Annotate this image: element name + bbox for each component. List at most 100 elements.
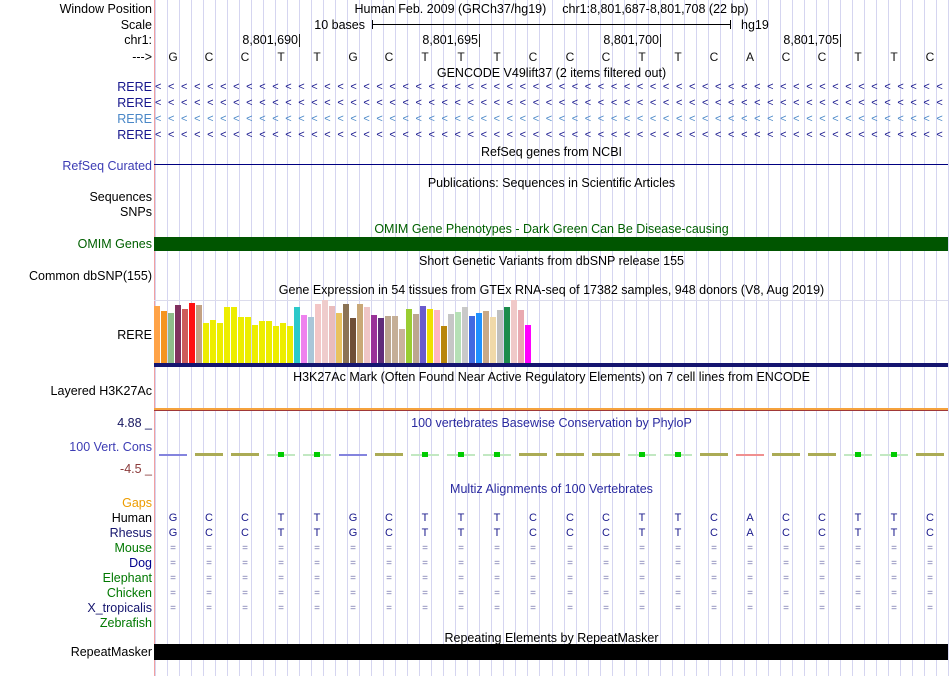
- gtex-gene-label[interactable]: RERE: [117, 328, 152, 343]
- gtex-bar[interactable]: [476, 313, 482, 363]
- gtex-bar[interactable]: [175, 305, 181, 363]
- gtex-bar[interactable]: [427, 309, 433, 363]
- gtex-bar[interactable]: [273, 326, 279, 363]
- gencode-gene-label[interactable]: RERE: [117, 80, 152, 95]
- phylop-segment[interactable]: [519, 453, 547, 456]
- gtex-bar[interactable]: [525, 325, 531, 363]
- gtex-bar[interactable]: [406, 309, 412, 363]
- multiz-species-label[interactable]: Dog: [129, 556, 152, 571]
- gtex-bar[interactable]: [238, 317, 244, 363]
- h3k27ac-signal-red[interactable]: [154, 410, 948, 411]
- gtex-bar[interactable]: [245, 317, 251, 363]
- omim-genes-label[interactable]: OMIM Genes: [78, 237, 152, 252]
- multiz-species-label[interactable]: Gaps: [122, 496, 152, 511]
- gtex-bar[interactable]: [168, 313, 174, 363]
- gtex-bar[interactable]: [224, 307, 230, 363]
- phylop-segment[interactable]: [700, 453, 728, 456]
- repeatmasker-label[interactable]: RepeatMasker: [71, 645, 152, 660]
- gtex-bar[interactable]: [322, 300, 328, 363]
- phylop-segment[interactable]: [592, 453, 620, 456]
- phylop-segment[interactable]: [916, 453, 944, 456]
- gtex-bar[interactable]: [189, 303, 195, 363]
- multiz-species-label[interactable]: Zebrafish: [100, 616, 152, 631]
- gtex-bar[interactable]: [280, 323, 286, 363]
- gtex-bar[interactable]: [210, 320, 216, 363]
- gtex-bar[interactable]: [364, 307, 370, 363]
- phylop-segment[interactable]: [556, 453, 584, 456]
- gtex-bar[interactable]: [392, 316, 398, 363]
- gtex-bar[interactable]: [217, 323, 223, 363]
- multiz-species-label[interactable]: Mouse: [114, 541, 152, 556]
- gtex-bar[interactable]: [315, 304, 321, 363]
- gtex-bar[interactable]: [287, 326, 293, 363]
- gtex-bar[interactable]: [441, 326, 447, 363]
- refseq-gene-line[interactable]: [154, 164, 948, 165]
- gtex-bar[interactable]: [420, 306, 426, 363]
- phylop-segment[interactable]: [375, 453, 403, 456]
- gtex-bar[interactable]: [455, 312, 461, 363]
- phylop-segment-peak[interactable]: [675, 452, 681, 457]
- gencode-gene-label[interactable]: RERE: [117, 112, 152, 127]
- gtex-bar[interactable]: [182, 309, 188, 363]
- gencode-transcript-arrows[interactable]: <<<<<<<<<<<<<<<<<<<<<<<<<<<<<<<<<<<<<<<<…: [155, 128, 948, 143]
- phylop-segment[interactable]: [339, 454, 367, 456]
- phylop-segment-peak[interactable]: [639, 452, 645, 457]
- gtex-bar[interactable]: [469, 316, 475, 363]
- multiz-species-label[interactable]: Human: [112, 511, 152, 526]
- gtex-bar[interactable]: [259, 321, 265, 363]
- h3k27ac-track-label[interactable]: Layered H3K27Ac: [51, 384, 152, 399]
- gencode-transcript-arrows[interactable]: <<<<<<<<<<<<<<<<<<<<<<<<<<<<<<<<<<<<<<<<…: [155, 80, 948, 95]
- omim-gene-bar[interactable]: [154, 237, 948, 251]
- gtex-bar[interactable]: [399, 329, 405, 363]
- gtex-bar[interactable]: [196, 305, 202, 363]
- phylop-segment-peak[interactable]: [422, 452, 428, 457]
- phylop-segment-peak[interactable]: [458, 452, 464, 457]
- gtex-bar[interactable]: [301, 315, 307, 363]
- repeatmasker-bar[interactable]: [154, 644, 948, 660]
- gencode-gene-label[interactable]: RERE: [117, 96, 152, 111]
- phylop-segment[interactable]: [231, 453, 259, 456]
- phylop-track-label[interactable]: 100 Vert. Cons: [69, 440, 152, 455]
- gtex-bar[interactable]: [161, 311, 167, 363]
- gtex-bar[interactable]: [518, 310, 524, 363]
- gtex-bar[interactable]: [252, 325, 258, 363]
- refseq-curated-label[interactable]: RefSeq Curated: [62, 159, 152, 174]
- multiz-species-label[interactable]: Elephant: [103, 571, 152, 586]
- phylop-segment-peak[interactable]: [314, 452, 320, 457]
- sequences-track-label[interactable]: Sequences: [89, 190, 152, 205]
- gtex-bar[interactable]: [378, 318, 384, 363]
- gtex-bar[interactable]: [203, 323, 209, 363]
- gtex-bar[interactable]: [462, 307, 468, 363]
- gtex-bar[interactable]: [413, 314, 419, 363]
- gtex-bar[interactable]: [343, 304, 349, 363]
- gtex-bar[interactable]: [504, 307, 510, 363]
- gtex-bar[interactable]: [434, 310, 440, 363]
- phylop-segment-peak[interactable]: [891, 452, 897, 457]
- gencode-gene-label[interactable]: RERE: [117, 128, 152, 143]
- gtex-bar[interactable]: [266, 321, 272, 363]
- phylop-segment-peak[interactable]: [278, 452, 284, 457]
- gtex-bar[interactable]: [231, 307, 237, 363]
- phylop-segment-peak[interactable]: [494, 452, 500, 457]
- gtex-bar[interactable]: [448, 314, 454, 363]
- phylop-segment[interactable]: [736, 454, 764, 456]
- gtex-bar[interactable]: [490, 317, 496, 363]
- snps-track-label[interactable]: SNPs: [120, 205, 152, 220]
- gtex-bar[interactable]: [329, 306, 335, 363]
- gtex-bar[interactable]: [294, 307, 300, 363]
- gtex-bar[interactable]: [511, 300, 517, 363]
- multiz-species-label[interactable]: Chicken: [107, 586, 152, 601]
- phylop-segment-peak[interactable]: [855, 452, 861, 457]
- phylop-segment[interactable]: [159, 454, 187, 456]
- gtex-bar[interactable]: [357, 304, 363, 363]
- gencode-transcript-arrows[interactable]: <<<<<<<<<<<<<<<<<<<<<<<<<<<<<<<<<<<<<<<<…: [155, 96, 948, 111]
- gtex-bar[interactable]: [385, 316, 391, 363]
- gtex-bar[interactable]: [497, 310, 503, 363]
- gtex-bar[interactable]: [308, 317, 314, 363]
- gtex-bar[interactable]: [336, 313, 342, 363]
- phylop-segment[interactable]: [808, 453, 836, 456]
- multiz-species-label[interactable]: X_tropicalis: [87, 601, 152, 616]
- phylop-segment[interactable]: [772, 453, 800, 456]
- multiz-species-label[interactable]: Rhesus: [110, 526, 152, 541]
- gtex-bar[interactable]: [154, 306, 160, 363]
